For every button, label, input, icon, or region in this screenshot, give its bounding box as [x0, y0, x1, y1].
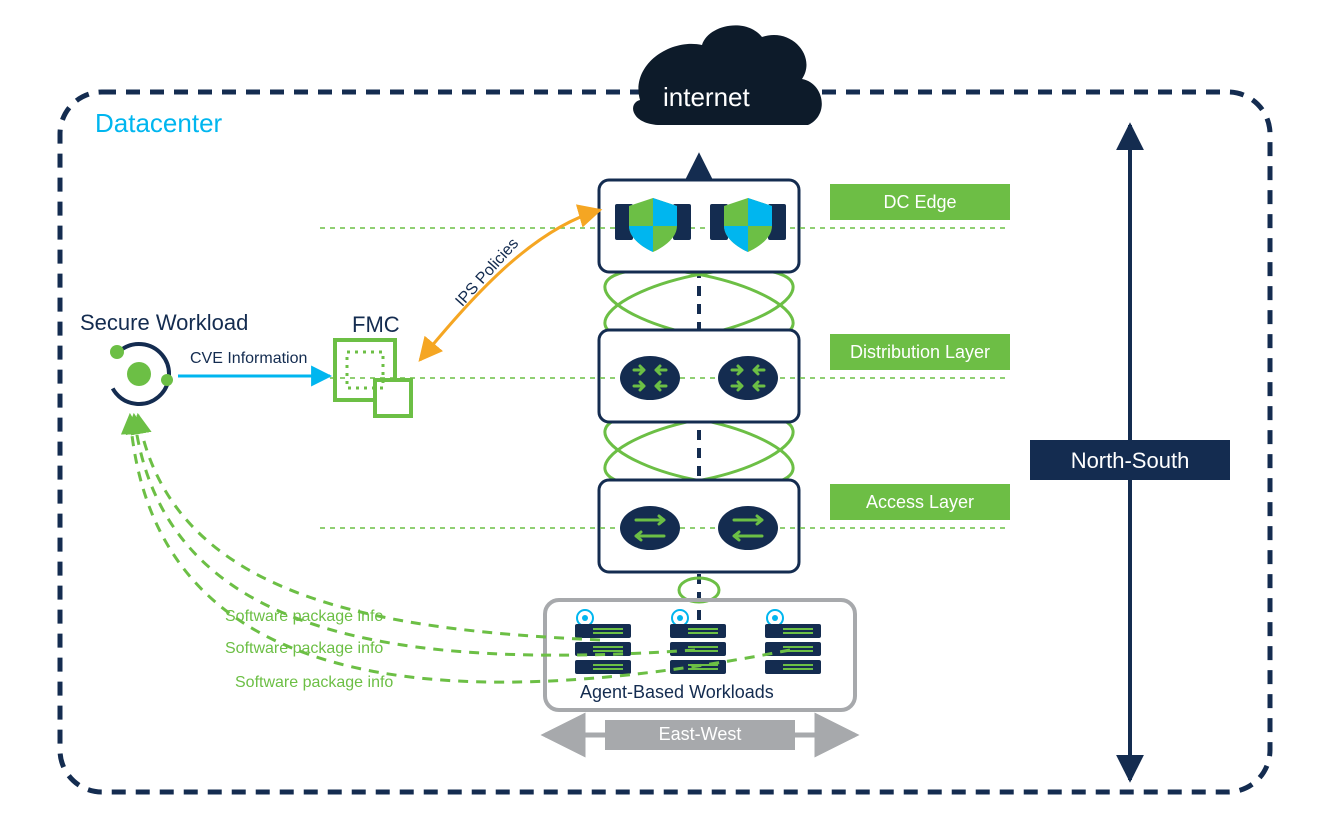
switch-icon	[620, 506, 680, 550]
internet-label: internet	[663, 82, 750, 113]
workloads-label: Agent-Based Workloads	[580, 682, 774, 703]
router-icon	[718, 356, 778, 400]
ips-policies-arrow	[420, 210, 600, 360]
server-icon	[765, 610, 821, 674]
distribution-label: Distribution Layer	[838, 342, 1002, 363]
router-icon	[620, 356, 680, 400]
fmc-icon	[335, 340, 411, 416]
switch-icon	[718, 506, 778, 550]
pkg-label-3: Software package info	[235, 674, 393, 692]
cve-label: CVE Information	[190, 350, 307, 368]
north-south-label: North-South	[1050, 448, 1210, 474]
pkg-label-2: Software package info	[225, 640, 383, 658]
secure-workload-icon	[97, 332, 182, 417]
access-label: Access Layer	[850, 492, 990, 513]
diagram-canvas: internet Datacenter Secure Workload CVE …	[0, 0, 1326, 826]
fmc-label: FMC	[352, 312, 400, 338]
server-icon	[575, 610, 631, 674]
pkg-label-1: Software package info	[225, 608, 383, 626]
secure-workload-label: Secure Workload	[80, 310, 248, 336]
datacenter-title: Datacenter	[95, 108, 222, 139]
dc-edge-label: DC Edge	[850, 192, 990, 213]
east-west-label: East-West	[625, 724, 775, 745]
